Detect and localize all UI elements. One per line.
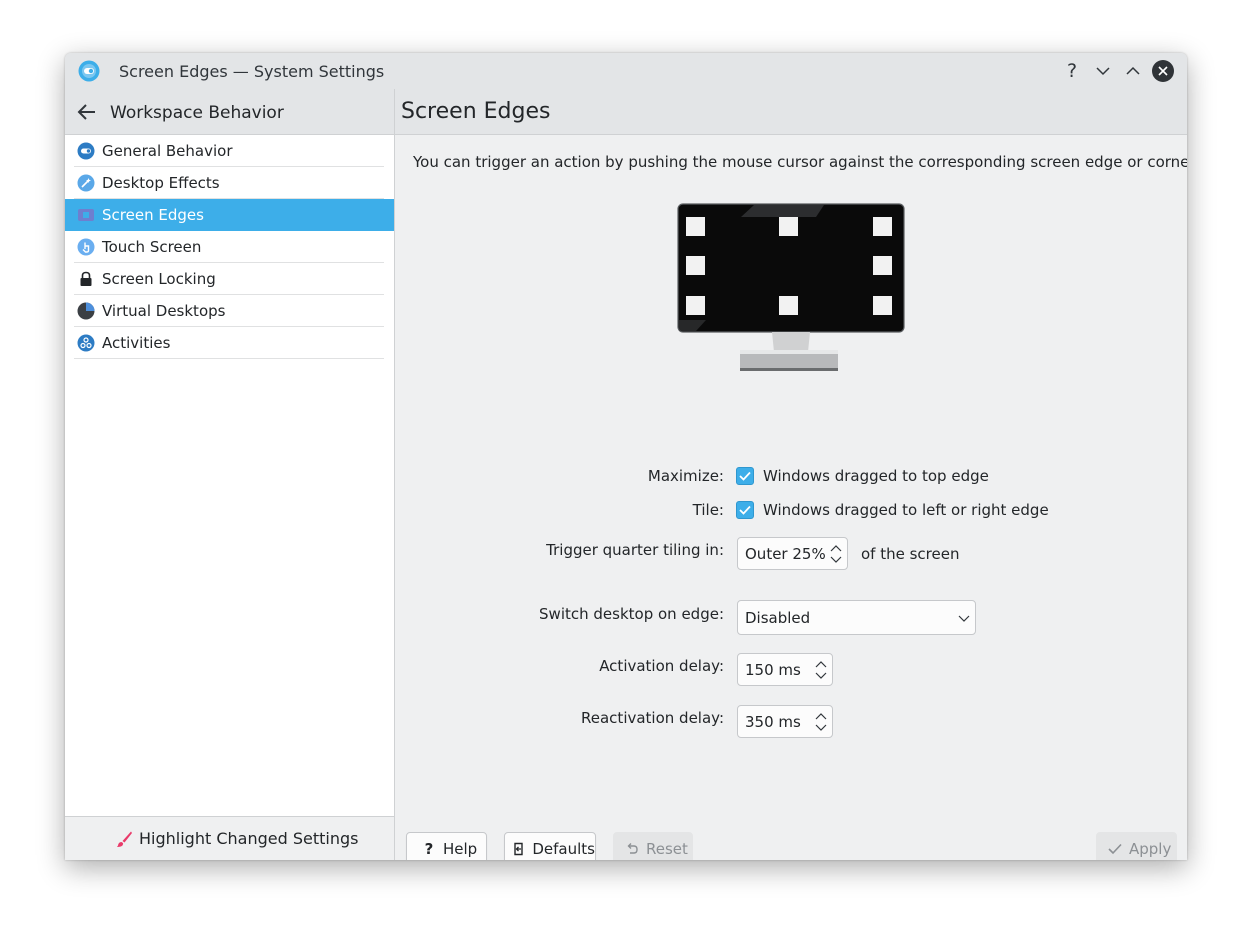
sidebar-item-touch-screen[interactable]: Touch Screen bbox=[65, 231, 394, 263]
desktop-effects-icon bbox=[77, 174, 95, 192]
undo-icon bbox=[624, 841, 640, 857]
monitor-preview bbox=[677, 203, 905, 371]
description-text: You can trigger an action by pushing the… bbox=[413, 153, 1187, 171]
defaults-icon bbox=[511, 841, 526, 857]
maximize-button[interactable] bbox=[1123, 61, 1143, 81]
defaults-button-label: Defaults bbox=[532, 840, 595, 858]
sidebar-list: General Behavior Desktop Effects Screen … bbox=[65, 135, 394, 359]
spin-arrows-icon[interactable] bbox=[815, 712, 827, 732]
sidebar-item-label: Screen Locking bbox=[102, 270, 216, 288]
activities-icon bbox=[77, 334, 95, 352]
help-button[interactable]: ? Help bbox=[406, 832, 487, 860]
virtual-desktops-icon bbox=[77, 302, 95, 320]
sidebar-item-screen-edges[interactable]: Screen Edges bbox=[65, 199, 394, 231]
checkmark-icon bbox=[739, 505, 751, 515]
general-behavior-icon bbox=[77, 142, 95, 160]
main-panel: Screen Edges You can trigger an action b… bbox=[395, 89, 1187, 860]
switch-desktop-label: Switch desktop on edge: bbox=[539, 605, 724, 623]
sidebar-item-activities[interactable]: Activities bbox=[65, 327, 394, 359]
sidebar-title: Workspace Behavior bbox=[110, 103, 284, 123]
spin-arrows-icon[interactable] bbox=[830, 544, 842, 564]
question-mark-icon: ? bbox=[1066, 60, 1078, 82]
touch-screen-icon bbox=[77, 238, 95, 256]
screen-edge-top-edge[interactable] bbox=[779, 217, 798, 236]
quarter-tiling-suffix: of the screen bbox=[861, 545, 960, 563]
checkmark-icon bbox=[739, 471, 751, 481]
help-icon: ? bbox=[424, 840, 434, 858]
system-settings-window: Screen Edges — System Settings ? Workspa… bbox=[65, 53, 1187, 860]
screen-edge-top-left-corner[interactable] bbox=[686, 217, 705, 236]
screen-edge-left-edge[interactable] bbox=[686, 256, 705, 275]
chevron-up-icon bbox=[1126, 66, 1140, 75]
minimize-button[interactable] bbox=[1093, 61, 1113, 81]
highlight-changed-settings-button[interactable]: Highlight Changed Settings bbox=[65, 816, 394, 860]
spin-arrows-icon[interactable] bbox=[815, 660, 827, 680]
screen-edge-bottom-edge[interactable] bbox=[779, 296, 798, 315]
sidebar-item-desktop-effects[interactable]: Desktop Effects bbox=[65, 167, 394, 199]
reactivation-delay-value: 350 ms bbox=[745, 713, 801, 731]
activation-delay-label: Activation delay: bbox=[599, 657, 724, 675]
defaults-button[interactable]: Defaults bbox=[504, 832, 596, 860]
quarter-tiling-label: Trigger quarter tiling in: bbox=[546, 541, 724, 559]
sidebar-item-virtual-desktops[interactable]: Virtual Desktops bbox=[65, 295, 394, 327]
activation-delay-spinbox[interactable]: 150 ms bbox=[737, 653, 833, 686]
screen-edges-icon bbox=[78, 209, 94, 221]
screen-edge-top-right-corner[interactable] bbox=[873, 217, 892, 236]
chevron-down-icon bbox=[1096, 67, 1110, 76]
reactivation-delay-spinbox[interactable]: 350 ms bbox=[737, 705, 833, 738]
help-titlebar-button[interactable]: ? bbox=[1062, 61, 1082, 81]
sidebar: Workspace Behavior General Behavior Desk… bbox=[65, 89, 395, 860]
close-button[interactable] bbox=[1152, 60, 1174, 82]
maximize-checkbox-text[interactable]: Windows dragged to top edge bbox=[763, 467, 989, 485]
main-header: Screen Edges bbox=[395, 89, 1187, 135]
reset-button[interactable]: Reset bbox=[613, 832, 693, 860]
sidebar-item-screen-locking[interactable]: Screen Locking bbox=[65, 263, 394, 295]
screen-edge-right-edge[interactable] bbox=[873, 256, 892, 275]
system-settings-app-icon bbox=[78, 60, 100, 82]
help-button-label: Help bbox=[443, 840, 478, 858]
reactivation-delay-label: Reactivation delay: bbox=[581, 709, 724, 727]
tile-checkbox[interactable] bbox=[736, 501, 754, 519]
highlight-changed-settings-label: Highlight Changed Settings bbox=[139, 829, 359, 848]
screen-edge-bottom-left-corner[interactable] bbox=[686, 296, 705, 315]
sidebar-header: Workspace Behavior bbox=[65, 89, 394, 135]
page-title: Screen Edges bbox=[401, 99, 551, 124]
sidebar-item-label: Desktop Effects bbox=[102, 174, 220, 192]
sidebar-item-label: Virtual Desktops bbox=[102, 302, 226, 320]
sidebar-item-label: Screen Edges bbox=[102, 206, 204, 224]
screen-edge-bottom-right-corner[interactable] bbox=[873, 296, 892, 315]
quarter-tiling-value: Outer 25% bbox=[745, 545, 826, 563]
divider bbox=[74, 358, 384, 359]
maximize-checkbox[interactable] bbox=[736, 467, 754, 485]
reset-button-label: Reset bbox=[646, 840, 688, 858]
paintbrush-icon bbox=[117, 831, 132, 847]
sidebar-item-general-behavior[interactable]: General Behavior bbox=[65, 135, 394, 167]
apply-button-label: Apply bbox=[1129, 840, 1172, 858]
switch-desktop-value: Disabled bbox=[745, 609, 811, 627]
sidebar-item-label: Activities bbox=[102, 334, 171, 352]
sidebar-item-label: General Behavior bbox=[102, 142, 233, 160]
quarter-tiling-spinbox[interactable]: Outer 25% bbox=[737, 537, 848, 570]
tile-label: Tile: bbox=[692, 501, 724, 519]
tile-checkbox-text[interactable]: Windows dragged to left or right edge bbox=[763, 501, 1049, 519]
chevron-down-icon bbox=[958, 615, 970, 622]
window-title: Screen Edges — System Settings bbox=[119, 62, 385, 81]
title-bar[interactable]: Screen Edges — System Settings ? bbox=[65, 53, 1187, 90]
sidebar-item-label: Touch Screen bbox=[102, 238, 202, 256]
back-arrow-icon[interactable] bbox=[77, 103, 97, 121]
checkmark-icon bbox=[1107, 841, 1123, 857]
switch-desktop-combobox[interactable]: Disabled bbox=[737, 600, 976, 635]
maximize-label: Maximize: bbox=[647, 467, 724, 485]
activation-delay-value: 150 ms bbox=[745, 661, 801, 679]
close-icon bbox=[1158, 66, 1168, 76]
apply-button[interactable]: Apply bbox=[1096, 832, 1177, 860]
lock-icon bbox=[80, 271, 92, 286]
